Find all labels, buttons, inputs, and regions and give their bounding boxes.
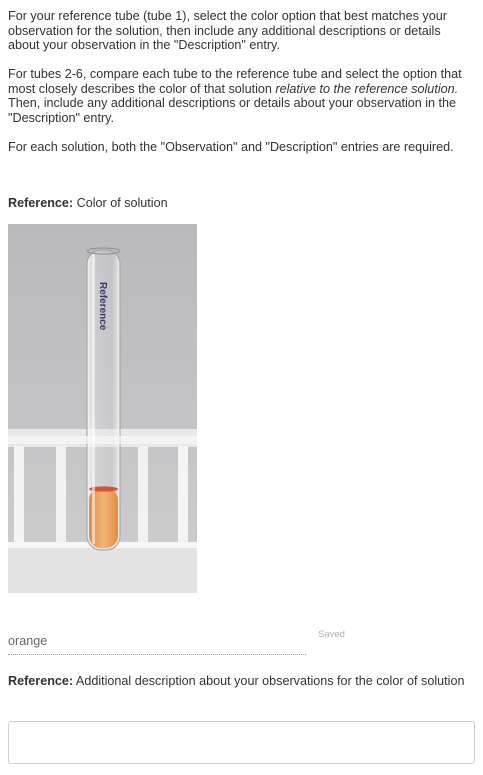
reference-tube-photo: Reference: [8, 224, 197, 593]
description-label-bold: Reference:: [8, 674, 74, 688]
instruction-paragraph-1: For your reference tube (tube 1), select…: [8, 9, 447, 52]
observation-label: Reference: Color of solution: [8, 196, 468, 211]
instruction-paragraph-2: For tubes 2-6, compare each tube to the …: [8, 67, 468, 125]
tube-label-text: Reference: [97, 282, 108, 331]
observation-answer-value: orange: [8, 634, 48, 648]
instruction-2-italic: relative to the reference solution.: [275, 81, 459, 96]
description-label: Reference: Additional description about …: [8, 674, 468, 689]
saved-status: Saved: [318, 629, 345, 640]
observation-label-bold: Reference:: [8, 196, 74, 210]
observation-label-text: Color of solution: [73, 196, 168, 210]
instruction-paragraph-3: For each solution, both the "Observation…: [8, 140, 454, 154]
instruction-2-end: Then, include any additional description…: [8, 96, 457, 125]
observation-answer-field[interactable]: orange: [8, 628, 306, 655]
description-label-text: Additional description about your observ…: [73, 674, 465, 688]
description-input[interactable]: [8, 721, 475, 764]
